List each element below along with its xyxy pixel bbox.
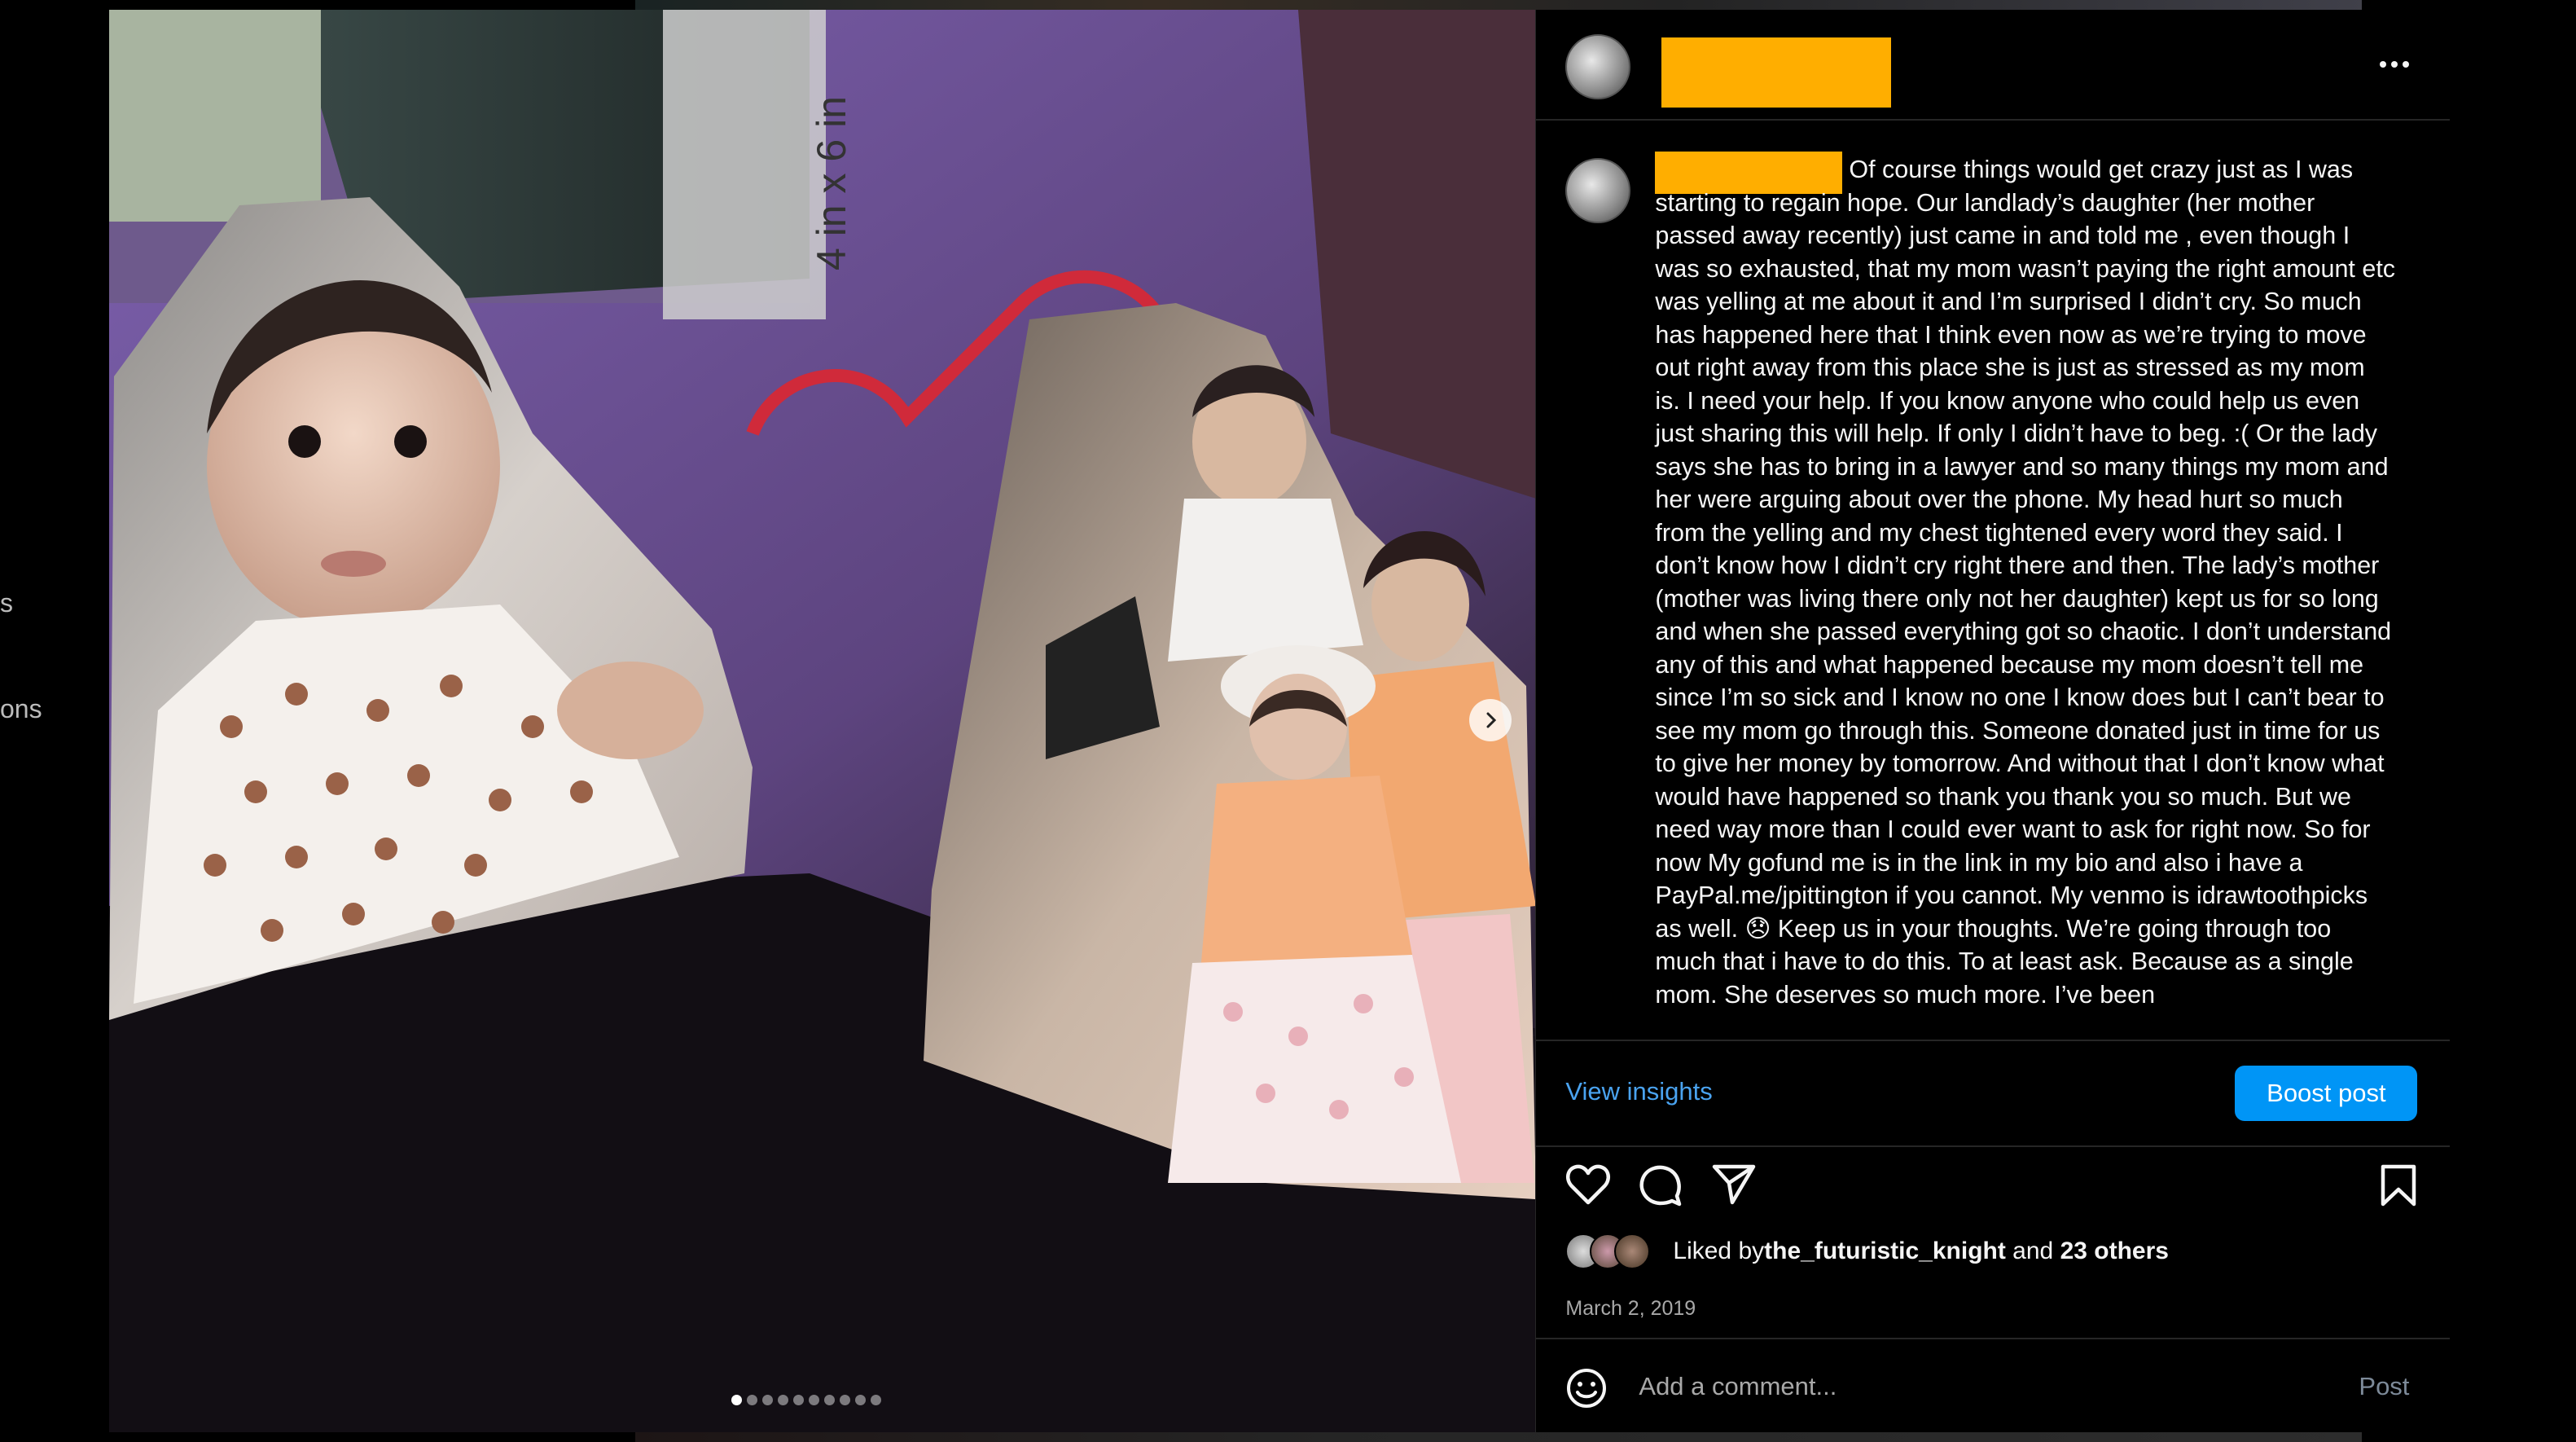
- post-header: [1536, 10, 2451, 121]
- likes-summary: Liked by the_futuristic_knight and 23 ot…: [1565, 1233, 2169, 1269]
- chevron-right-icon: [1486, 712, 1497, 728]
- post-side-panel: Of course things would get crazy just as…: [1535, 10, 2451, 1434]
- comment-bar: Post: [1536, 1338, 2451, 1434]
- post-actions: [1536, 1145, 2450, 1219]
- boost-post-button[interactable]: Boost post: [2235, 1066, 2418, 1121]
- carousel-dot: [824, 1395, 835, 1405]
- photo-frame-label: 4 in x 6 in: [809, 95, 854, 270]
- liked-by-user-link[interactable]: the_futuristic_knight: [1764, 1238, 2006, 1265]
- share-icon[interactable]: [1712, 1163, 1756, 1206]
- comment-input[interactable]: [1637, 1365, 2293, 1408]
- emoji-icon[interactable]: [1565, 1367, 1608, 1409]
- liker-avatars: [1565, 1233, 1663, 1269]
- bookmark-icon[interactable]: [2380, 1163, 2417, 1207]
- carousel-dot: [840, 1395, 850, 1405]
- carousel-dot: [793, 1395, 804, 1405]
- carousel-dot: [762, 1395, 773, 1405]
- post-modal: 4 in x 6 in Of course things would get c…: [109, 10, 2451, 1434]
- comment-icon[interactable]: [1639, 1163, 1683, 1207]
- carousel-dot: [809, 1395, 819, 1405]
- background-nav-fragment: ons: [0, 694, 42, 723]
- likes-prefix: Liked by: [1673, 1238, 1765, 1264]
- likes-middle: and: [2005, 1238, 2060, 1264]
- heart-icon[interactable]: [1565, 1163, 1611, 1206]
- post-date[interactable]: March 2, 2019: [1565, 1297, 1696, 1321]
- author-avatar[interactable]: [1565, 34, 1631, 99]
- carousel-dot: [871, 1395, 881, 1405]
- liker-avatar[interactable]: [1614, 1233, 1651, 1269]
- author-username[interactable]: [1661, 37, 1892, 108]
- caption-text: Of course things would get crazy just as…: [1655, 156, 2403, 1009]
- post-comment-button[interactable]: Post: [2359, 1372, 2409, 1401]
- carousel-dot: [855, 1395, 866, 1405]
- background-nav-fragment: s: [0, 588, 13, 618]
- caption-author-avatar[interactable]: [1565, 158, 1631, 223]
- post-caption: Of course things would get crazy just as…: [1655, 153, 2396, 1011]
- carousel-next-button[interactable]: [1469, 699, 1512, 741]
- carousel-indicator: [731, 1395, 881, 1405]
- more-horizontal-icon: [2380, 61, 2410, 68]
- carousel-dot: [731, 1395, 742, 1405]
- view-insights-link[interactable]: View insights: [1565, 1077, 1712, 1106]
- background-feed-strip: [635, 0, 2362, 10]
- more-options-button[interactable]: [2378, 52, 2411, 71]
- likes-count-link[interactable]: 23 others: [2060, 1238, 2169, 1265]
- insights-bar: View insights Boost post: [1536, 1040, 2451, 1147]
- post-media[interactable]: 4 in x 6 in: [109, 10, 1536, 1432]
- carousel-dot: [747, 1395, 757, 1405]
- carousel-dot: [778, 1395, 788, 1405]
- caption-area: Of course things would get crazy just as…: [1536, 121, 2450, 1040]
